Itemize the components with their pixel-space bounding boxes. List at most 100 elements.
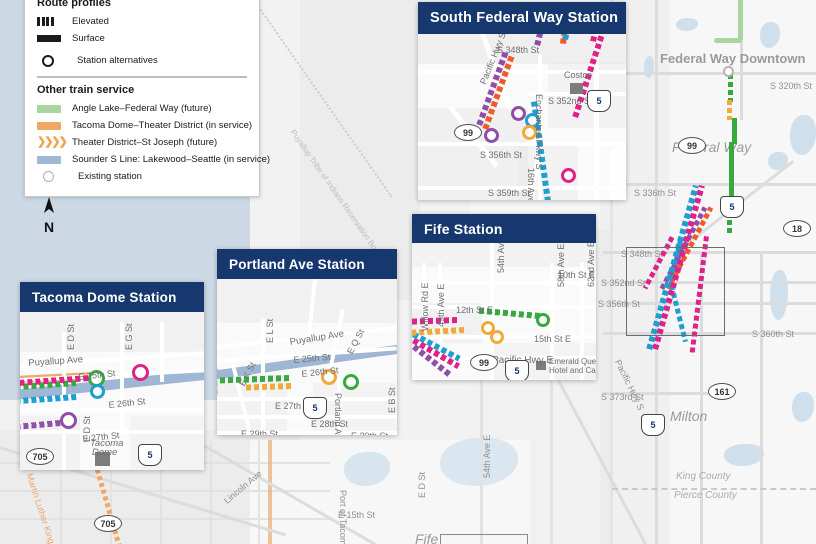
road-s336th bbox=[603, 183, 816, 186]
corridor-orange-dash-1 bbox=[727, 100, 732, 120]
sfw-shield-99: 99 bbox=[454, 124, 482, 141]
td-road-e-g-st bbox=[120, 322, 124, 432]
legend-divider bbox=[37, 76, 247, 78]
inset-body-portland-ave: Puyallup Ave E 25th St E 26th St E 27th … bbox=[217, 279, 397, 435]
street-label-port-of-tacoma: Port of Tacoma bbox=[338, 490, 348, 544]
fife-label-emerald-queen: Emerald Queen bbox=[549, 357, 596, 366]
fife-label-willow: Willow Rd E bbox=[420, 282, 430, 331]
legend-item-theater-district-st-joseph: ❯❯❯❯ Theater District–St Joseph (future) bbox=[37, 135, 247, 150]
sfw-road-ramp bbox=[610, 146, 626, 200]
td-label-e-d-st-2: E D St bbox=[82, 415, 92, 442]
street-label-e-d-st: E D St bbox=[417, 471, 427, 498]
pa-label-portland-ave: Portland Ave bbox=[333, 393, 343, 435]
chevrons-swatch-icon: ❯❯❯❯ bbox=[37, 136, 68, 148]
north-arrow: N bbox=[38, 196, 60, 234]
inset-tacoma-dome-station[interactable]: Tacoma Dome Station Puyallup Ave E 25th … bbox=[20, 282, 204, 470]
road-tacoma-v4 bbox=[210, 440, 212, 544]
td-label-e-g-st: E G St bbox=[124, 323, 134, 350]
legend-label-sounder-s-line: Sounder S Line: Lakewood–Seattle (in ser… bbox=[72, 154, 271, 165]
td-road-v3 bbox=[160, 322, 164, 382]
pa-label-e-b-st: E B St bbox=[387, 387, 397, 413]
inset-title-portland-ave: Portland Ave Station bbox=[217, 249, 397, 279]
fife-label-hotel-casino: Hotel and Casino bbox=[549, 366, 596, 375]
pa-label-e-l-st: E L St bbox=[265, 318, 275, 343]
legend-item-station-alternatives: Station alternatives bbox=[37, 53, 247, 68]
fife-label-62nd: 62nd Ave E bbox=[586, 243, 596, 287]
fife-station-orange-2[interactable] bbox=[490, 330, 504, 344]
sfw-shield-i5: 5 bbox=[587, 90, 611, 112]
county-label-king: King County bbox=[676, 471, 731, 482]
pa-label-e30th: E 30th St bbox=[351, 431, 388, 435]
inset-title-tacoma-dome: Tacoma Dome Station bbox=[20, 282, 204, 312]
elevated-swatch-icon bbox=[37, 17, 63, 26]
legend-label-station-alternatives: Station alternatives bbox=[77, 55, 158, 66]
map-canvas: Puyallup Tribe of Indians Reservation Bo… bbox=[0, 0, 816, 544]
street-label-s320th: S 320th St bbox=[770, 81, 813, 91]
shield-sr161: 161 bbox=[708, 383, 736, 400]
tacoma-dome-swatch-icon bbox=[37, 121, 63, 130]
sfw-label-enchanted-pkwy: Enchanted Pkwy S bbox=[534, 94, 544, 170]
td-label-dome: Dome bbox=[92, 447, 118, 458]
sfw-station-purple-1[interactable] bbox=[511, 106, 526, 121]
surface-swatch-icon bbox=[37, 35, 63, 42]
td-station-blue[interactable] bbox=[90, 384, 105, 399]
angle-lake-swatch-icon bbox=[37, 104, 63, 113]
inset-reference-box bbox=[626, 247, 725, 336]
inset-title-south-federal-way: South Federal Way Station bbox=[418, 2, 626, 34]
place-label-fife: Fife bbox=[415, 531, 439, 544]
shield-sr18: 18 bbox=[783, 220, 811, 237]
sounder-swatch-icon bbox=[37, 155, 63, 164]
legend-label-angle-lake-federal-way: Angle Lake–Federal Way (future) bbox=[72, 103, 212, 114]
inset-body-fife: 10th St E 54th Ave E 12th St E 49th Ave … bbox=[412, 243, 596, 380]
legend-label-tacoma-dome-theater-district: Tacoma Dome–Theater District (in service… bbox=[72, 120, 253, 131]
td-shield-705: 705 bbox=[26, 448, 54, 465]
sfw-station-magenta[interactable] bbox=[561, 168, 576, 183]
shield-i5-north: 5 bbox=[720, 196, 744, 218]
inset-south-federal-way-station[interactable]: South Federal Way Station S 348th St Pac… bbox=[418, 2, 626, 200]
sfw-station-purple-2[interactable] bbox=[484, 128, 499, 143]
corridor-light-green-2 bbox=[714, 38, 742, 43]
map-legend: Design options Route profiles Elevated S… bbox=[24, 0, 270, 197]
fife-label-49th: 49th Ave E bbox=[436, 283, 446, 327]
corridor-light-green-1 bbox=[738, 0, 743, 40]
sfw-label-s356th: S 356th St bbox=[480, 150, 523, 160]
legend-item-surface: Surface bbox=[37, 31, 247, 46]
legend-heading-route-profiles: Route profiles bbox=[37, 0, 111, 9]
shield-sr705-lower: 705 bbox=[94, 515, 122, 532]
sfw-costco-marker bbox=[570, 83, 583, 94]
td-station-purple[interactable] bbox=[60, 412, 77, 429]
road-vertical-4 bbox=[760, 251, 763, 544]
fife-shield-i5: 5 bbox=[505, 360, 529, 380]
fife-station-green[interactable] bbox=[536, 313, 550, 327]
existing-station-circle-icon bbox=[37, 171, 69, 182]
fife-shield-99: 99 bbox=[470, 354, 498, 371]
sfw-label-s348th: S 348th St bbox=[497, 45, 540, 55]
td-station-magenta[interactable] bbox=[132, 364, 149, 381]
street-label-s360th: S 360th St bbox=[752, 329, 795, 339]
fife-label-58th: 58th Ave E bbox=[556, 243, 566, 287]
td-parcel-1 bbox=[20, 312, 204, 352]
inset-fife-station[interactable]: Fife Station 10th St E 54th Ave E 12th S… bbox=[412, 214, 596, 380]
sfw-label-costco: Costco bbox=[564, 70, 593, 80]
inset-body-tacoma-dome: Puyallup Ave E 25th St E 26th St E 27th … bbox=[20, 312, 204, 470]
fife-reference-box bbox=[440, 534, 528, 544]
inset-body-south-federal-way: S 348th St Pacific Hwy S Costco S 352nd … bbox=[418, 34, 626, 200]
legend-item-elevated: Elevated bbox=[37, 14, 247, 29]
station-alternative-circle-icon bbox=[37, 54, 68, 67]
inset-title-fife: Fife Station bbox=[412, 214, 596, 243]
sfw-label-s359th: S 359th St bbox=[488, 188, 531, 198]
street-label-s336th: S 336th St bbox=[634, 188, 677, 198]
place-label-federal-way-downtown: Federal Way Downtown bbox=[660, 51, 806, 66]
existing-station-federal-way-downtown[interactable] bbox=[723, 66, 734, 77]
pa-station-green[interactable] bbox=[343, 374, 359, 390]
pa-label-e29th: E 29th St bbox=[241, 429, 279, 435]
sfw-label-16th-ave: 16th Ave S bbox=[526, 168, 536, 200]
inset-portland-ave-station[interactable]: Portland Ave Station Puyallup Ave E 25th… bbox=[217, 249, 397, 435]
corridor-green-solid-1 bbox=[732, 118, 737, 144]
sfw-label-s352nd: S 352nd St bbox=[548, 96, 593, 106]
td-shield-i5: 5 bbox=[138, 444, 162, 466]
legend-item-tacoma-dome-theater-district: Tacoma Dome–Theater District (in service… bbox=[37, 118, 252, 133]
north-arrow-icon bbox=[44, 197, 54, 213]
fife-label-15th: 15th St E bbox=[534, 334, 572, 344]
shield-i5-milton: 5 bbox=[641, 414, 665, 436]
